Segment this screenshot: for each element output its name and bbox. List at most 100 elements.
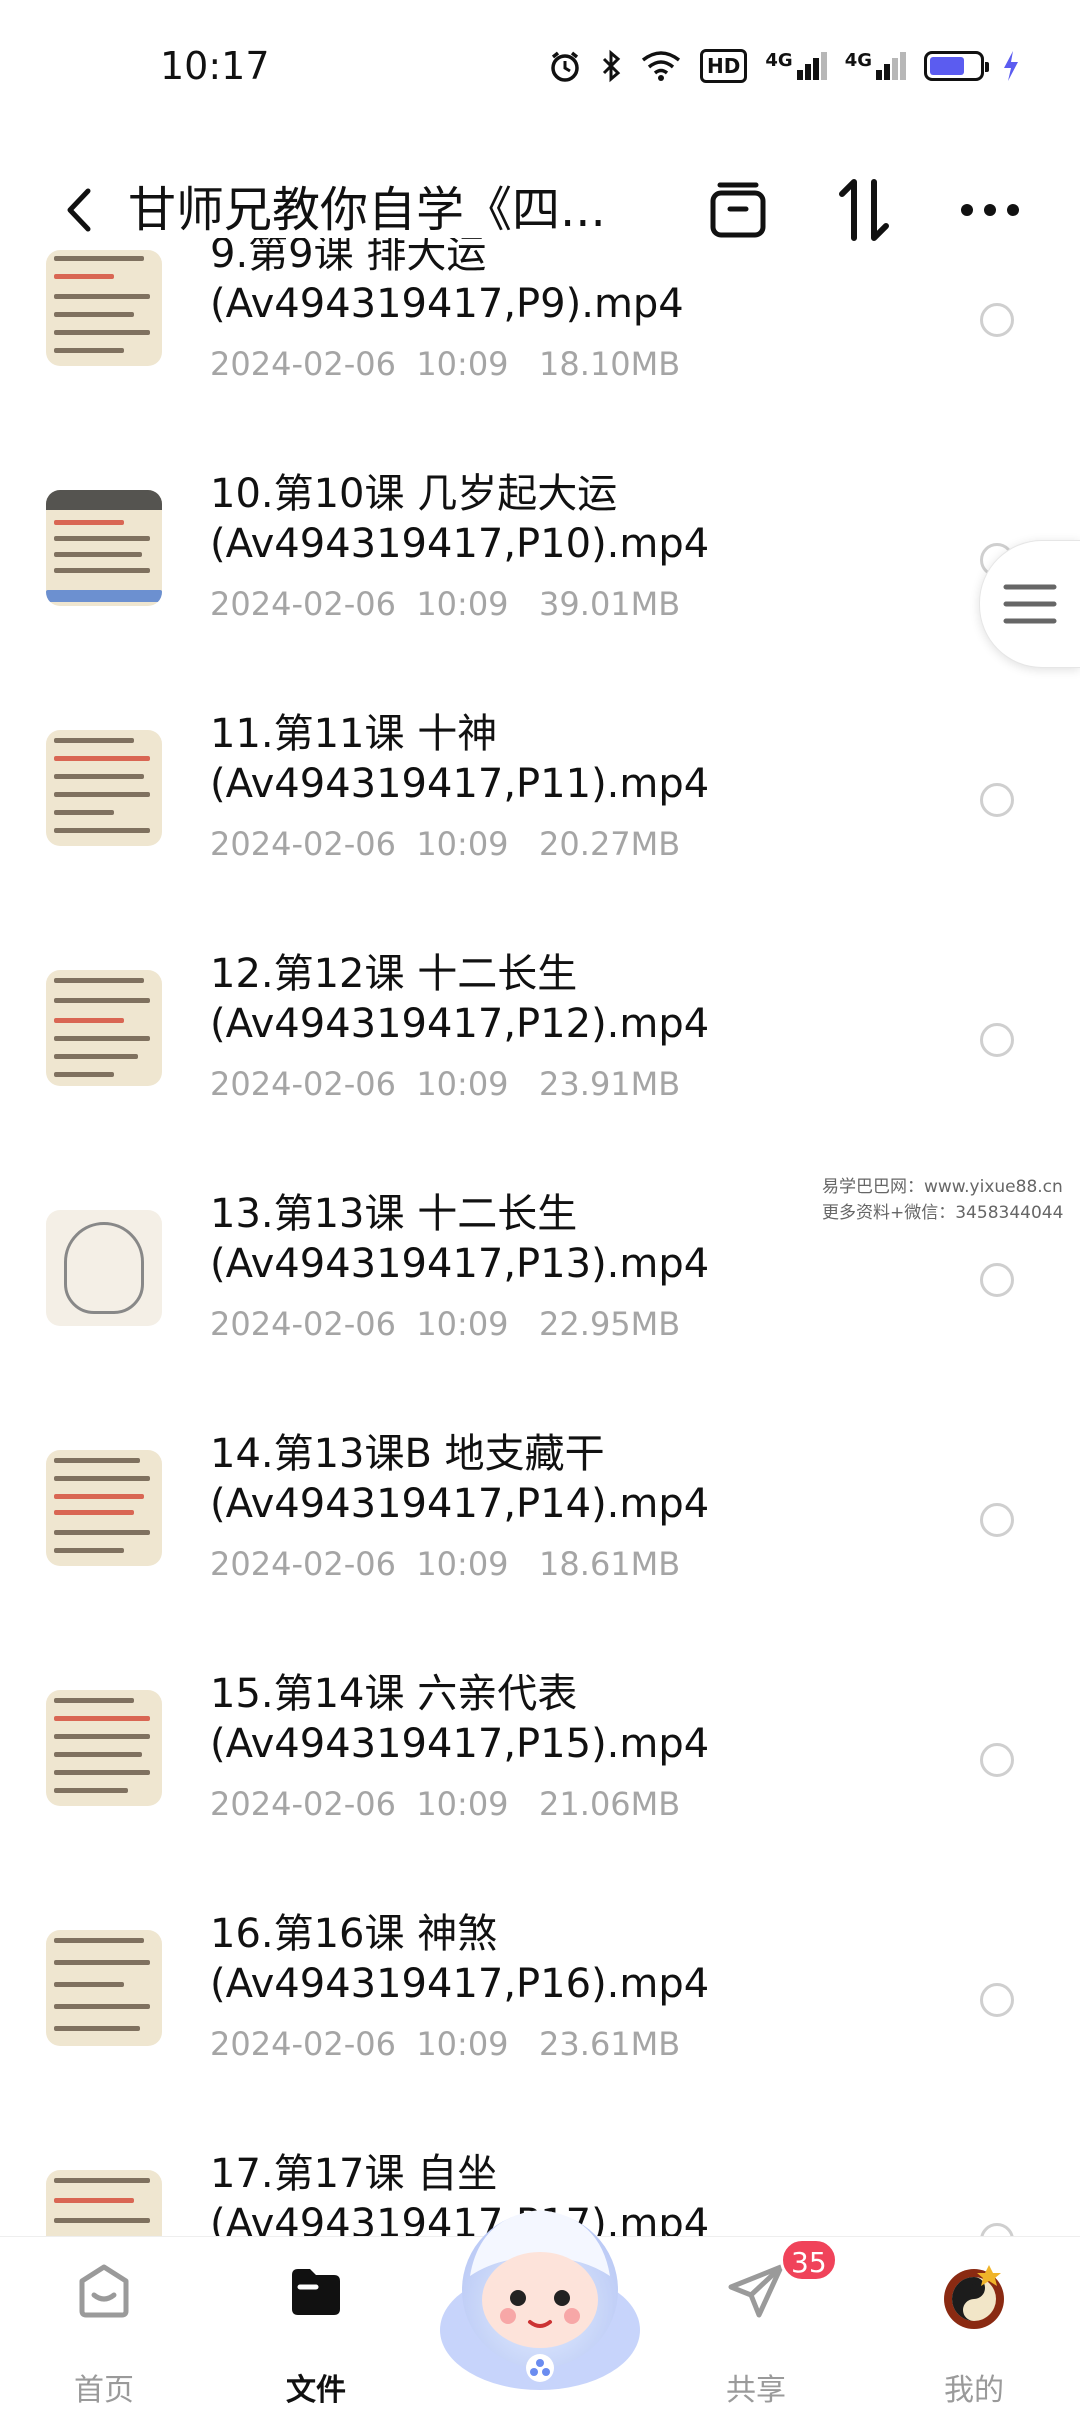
file-name: (Av494319417,P10).mp4 [210,521,710,567]
file-time: 10:09 [416,825,509,863]
file-name: (Av494319417,P16).mp4 [210,1961,710,2007]
status-icons: HD 4G 4G [548,44,1020,88]
status-time: 10:17 [160,44,270,88]
paper-plane-icon [728,2264,784,2318]
file-title: 9.第9课 排大运 [210,238,487,277]
file-title: 16.第16课 神煞 [210,1911,498,1957]
file-meta: 2024-02-06 10:09 39.01MB [210,584,680,624]
tab-files[interactable]: 文件 [246,2261,386,2408]
select-radio[interactable] [980,1983,1014,2017]
tab-me[interactable]: 我的 [904,2261,1044,2408]
avatar-icon [944,2265,1004,2329]
file-date: 2024-02-06 [210,1065,396,1103]
sort-icon [839,179,889,241]
file-date: 2024-02-06 [210,825,396,863]
video-thumbnail [46,970,162,1086]
tab-home[interactable]: 首页 [34,2261,174,2408]
list-item[interactable]: 15.第14课 六亲代表 (Av494319417,P15).mp4 2024-… [0,1670,1080,1910]
watermark-line-1: 易学巴巴网：www.yixue88.cn [822,1177,1063,1197]
more-dots-icon [961,204,1019,216]
file-date: 2024-02-06 [210,1545,396,1583]
list-item[interactable]: 9.第9课 排大运 (Av494319417,P9).mp4 2024-02-0… [0,238,1080,470]
select-radio[interactable] [980,1023,1014,1057]
share-notification-badge: 35 [780,2238,838,2282]
hd-badge: HD [700,49,748,83]
tab-share-label: 共享 [726,2373,786,2408]
tab-me-label: 我的 [944,2373,1004,2408]
folder-icon [292,2269,340,2315]
list-item[interactable]: 10.第10课 几岁起大运 (Av494319417,P10).mp4 2024… [0,470,1080,710]
select-radio[interactable] [980,1743,1014,1777]
file-size: 22.95MB [539,1305,681,1343]
mascot-icon[interactable] [430,2180,650,2400]
file-time: 10:09 [416,1065,509,1103]
file-size: 18.10MB [539,345,681,383]
file-date: 2024-02-06 [210,1785,396,1823]
tab-files-label: 文件 [286,2373,346,2408]
file-name: (Av494319417,P14).mp4 [210,1481,710,1527]
list-item[interactable]: 12.第12课 十二长生 (Av494319417,P12).mp4 2024-… [0,950,1080,1190]
watermark: 易学巴巴网：www.yixue88.cn 更多资料+微信：3458344044 [822,1174,1063,1226]
signal-icon: 4G [765,52,827,80]
file-time: 10:09 [416,585,509,623]
list-item[interactable]: 13.第13课 十二长生 (Av494319417,P13).mp4 2024-… [0,1190,1080,1430]
file-name: (Av494319417,P13).mp4 [210,1241,710,1287]
file-date: 2024-02-06 [210,1305,396,1343]
file-title: 14.第13课B 地支藏干 [210,1431,605,1477]
select-radio[interactable] [980,1503,1014,1537]
select-radio[interactable] [980,2223,1014,2236]
video-thumbnail [46,1210,162,1326]
list-item[interactable]: 14.第13课B 地支藏干 (Av494319417,P14).mp4 2024… [0,1430,1080,1670]
menu-lines-icon [1003,584,1057,624]
list-item[interactable]: 16.第16课 神煞 (Av494319417,P16).mp4 2024-02… [0,1910,1080,2150]
file-date: 2024-02-06 [210,585,396,623]
file-title: 11.第11课 十神 [210,711,498,757]
file-meta: 2024-02-06 10:09 18.61MB [210,1544,680,1584]
video-thumbnail [46,1690,162,1806]
list-item[interactable]: 11.第11课 十神 (Av494319417,P11).mp4 2024-02… [0,710,1080,950]
file-size: 20.27MB [539,825,681,863]
file-time: 10:09 [416,1785,509,1823]
file-meta: 2024-02-06 10:09 20.27MB [210,824,680,864]
battery-icon [924,51,989,81]
file-title: 10.第10课 几岁起大运 [210,471,618,517]
charging-icon [1004,51,1018,81]
page-title: 甘师兄教你自学《四... [128,182,606,238]
file-time: 10:09 [416,1545,509,1583]
file-name: (Av494319417,P11).mp4 [210,761,710,807]
archive-icon [710,182,766,238]
back-button[interactable] [50,180,110,240]
tab-home-label: 首页 [74,2373,134,2408]
sort-button[interactable] [828,174,900,246]
file-meta: 2024-02-06 10:09 23.91MB [210,1064,680,1104]
more-button[interactable] [954,174,1026,246]
file-size: 21.06MB [539,1785,681,1823]
select-radio[interactable] [980,303,1014,337]
select-radio[interactable] [980,783,1014,817]
file-name: (Av494319417,P15).mp4 [210,1721,710,1767]
file-size: 18.61MB [539,1545,681,1583]
file-time: 10:09 [416,2025,509,2063]
file-meta: 2024-02-06 10:09 22.95MB [210,1304,680,1344]
signal-icon-2: 4G [845,52,906,80]
file-size: 39.01MB [539,585,681,623]
file-list[interactable]: 9.第9课 排大运 (Av494319417,P9).mp4 2024-02-0… [0,238,1080,2236]
archive-button[interactable] [702,174,774,246]
status-bar: 10:17 HD 4G 4G [0,0,1080,140]
video-thumbnail [46,490,162,606]
file-title: 13.第13课 十二长生 [210,1191,578,1237]
video-thumbnail [46,2170,162,2236]
chevron-left-icon [67,188,91,232]
file-date: 2024-02-06 [210,345,396,383]
video-thumbnail [46,1450,162,1566]
file-size: 23.91MB [539,1065,681,1103]
file-meta: 2024-02-06 10:09 18.10MB [210,344,680,384]
home-icon [79,2264,129,2318]
file-title: 15.第14课 六亲代表 [210,1671,578,1717]
select-radio[interactable] [980,1263,1014,1297]
file-meta: 2024-02-06 10:09 23.61MB [210,2024,680,2064]
file-time: 10:09 [416,345,509,383]
file-date: 2024-02-06 [210,2025,396,2063]
video-thumbnail [46,730,162,846]
file-size: 23.61MB [539,2025,681,2063]
